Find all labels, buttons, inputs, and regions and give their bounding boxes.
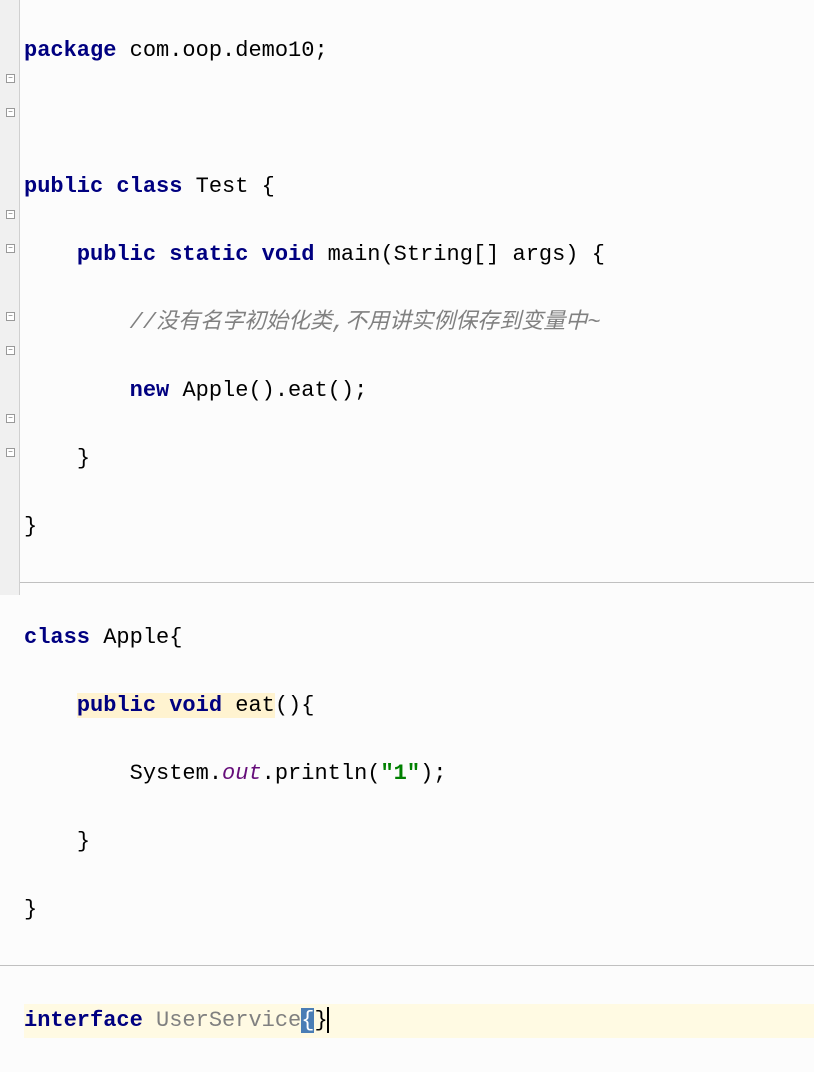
method-signature: main(String[] args) { xyxy=(328,242,605,267)
string-literal: "1" xyxy=(380,761,420,786)
editor-gutter: − − − − − − − − xyxy=(0,0,20,595)
code-line: public static void main(String[] args) { xyxy=(24,238,814,272)
code-line: } xyxy=(24,893,814,927)
fold-marker-icon[interactable]: − xyxy=(6,108,15,117)
keyword-void: void xyxy=(262,242,315,267)
keyword-new: new xyxy=(130,378,170,403)
comment-text: //没有名字初始化类,不用讲实例保存到变量中~ xyxy=(130,310,601,335)
keyword-public: public xyxy=(77,242,156,267)
brace: { xyxy=(262,174,275,199)
class-name: Apple xyxy=(103,625,169,650)
brace: } xyxy=(77,829,90,854)
fold-marker-icon[interactable]: − xyxy=(6,74,15,83)
fold-marker-icon[interactable]: − xyxy=(6,346,15,355)
brace: } xyxy=(24,897,37,922)
code-line: new Apple().eat(); xyxy=(24,374,814,408)
fold-marker-icon[interactable]: − xyxy=(6,448,15,457)
fold-marker-icon[interactable]: − xyxy=(6,244,15,253)
println-call: .println( xyxy=(262,761,381,786)
fold-marker-icon[interactable]: − xyxy=(6,210,15,219)
code-line: } xyxy=(24,442,814,476)
class-separator xyxy=(0,582,814,583)
code-line: package com.oop.demo10; xyxy=(24,34,814,68)
keyword-class: class xyxy=(116,174,182,199)
interface-name: UserService xyxy=(156,1008,301,1033)
keyword-class: class xyxy=(24,625,90,650)
text-cursor-icon xyxy=(327,1007,329,1033)
paren-semi: ); xyxy=(420,761,446,786)
code-line: public void eat(){ xyxy=(24,689,814,723)
code-line xyxy=(24,102,814,136)
brace: { xyxy=(169,625,182,650)
semicolon: ; xyxy=(314,38,327,63)
class-separator xyxy=(0,965,814,966)
system-class: System. xyxy=(130,761,222,786)
code-line: //没有名字初始化类,不用讲实例保存到变量中~ xyxy=(24,306,814,340)
code-line: class Apple{ xyxy=(24,621,814,655)
class-name: Test xyxy=(196,174,249,199)
code-line: } xyxy=(24,825,814,859)
code-editor[interactable]: package com.oop.demo10; public class Tes… xyxy=(24,0,814,1072)
keyword-public: public xyxy=(24,174,103,199)
keyword-interface: interface xyxy=(24,1008,143,1033)
keyword-void: void xyxy=(169,693,222,718)
fold-marker-icon[interactable]: − xyxy=(6,414,15,423)
keyword-static: static xyxy=(169,242,248,267)
brace: } xyxy=(77,446,90,471)
method-name: eat xyxy=(235,693,275,718)
fold-marker-icon[interactable]: − xyxy=(6,312,15,321)
code-line: } xyxy=(24,510,814,544)
keyword-public: public xyxy=(77,693,156,718)
package-name: com.oop.demo10 xyxy=(130,38,315,63)
code-line-current: interface UserService{} xyxy=(24,1004,814,1038)
brace: } xyxy=(24,514,37,539)
keyword-package: package xyxy=(24,38,116,63)
paren-brace: (){ xyxy=(275,693,315,718)
code-line: System.out.println("1"); xyxy=(24,757,814,791)
out-field: out xyxy=(222,761,262,786)
expression: Apple().eat(); xyxy=(182,378,367,403)
code-line: public class Test { xyxy=(24,170,814,204)
selected-brace: { xyxy=(301,1008,314,1033)
